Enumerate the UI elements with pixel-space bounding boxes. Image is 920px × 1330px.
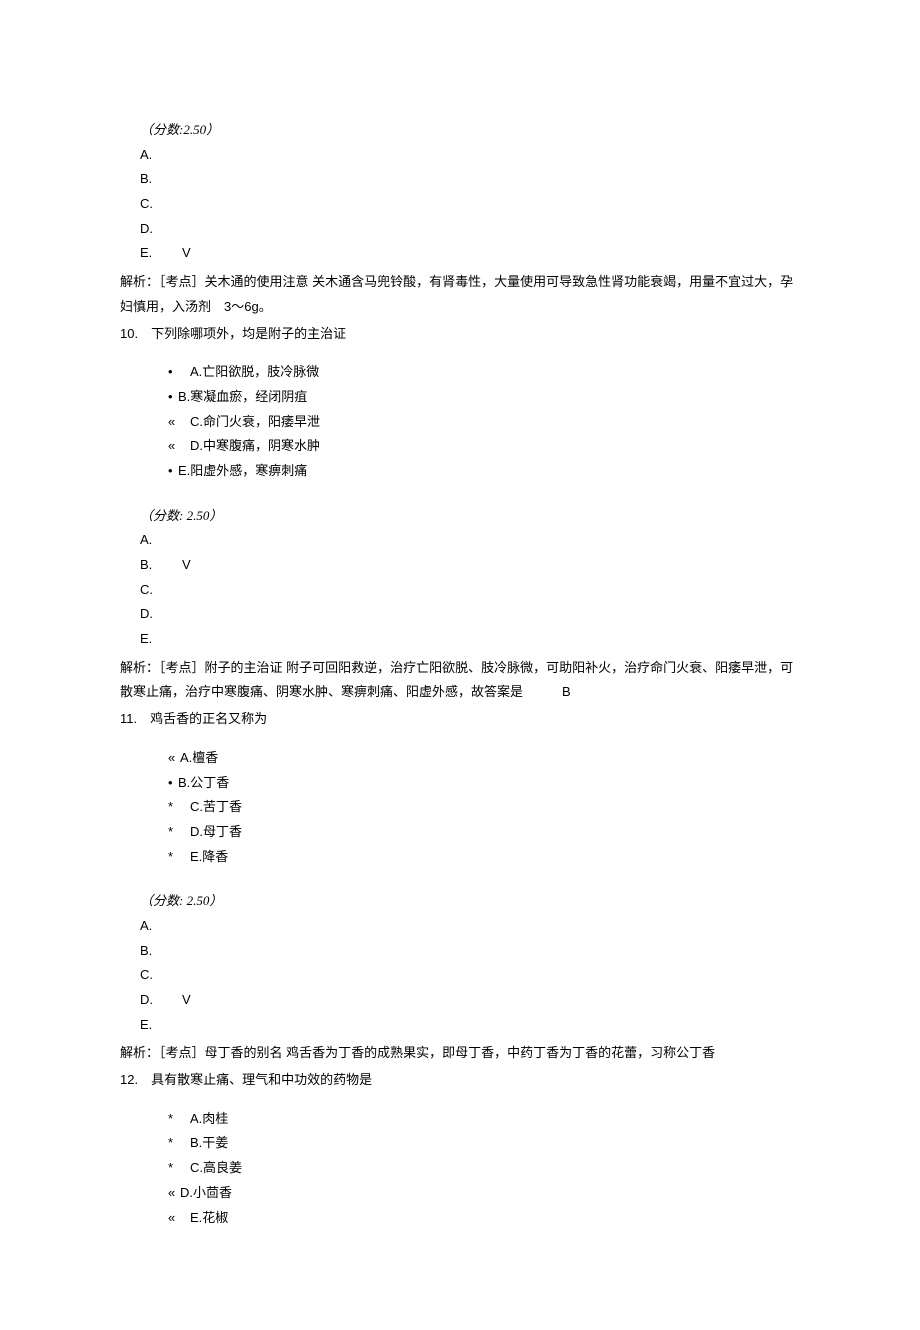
q10-opt-d: «D.中寒腹痛，阴寒水肿: [168, 434, 800, 459]
q9-ans-c: C.: [140, 192, 800, 217]
q10-ans-b: B.V: [140, 553, 800, 578]
q12-options: *A.肉桂 *B.干姜 *C.高良姜 «D.小茴香 «E.花椒: [168, 1107, 800, 1230]
q9-score: （分数:2.50）: [140, 118, 800, 143]
q10-opt-b: •B.寒凝血瘀，经闭阴疽: [168, 385, 800, 410]
q12-opt-a: *A.肉桂: [168, 1107, 800, 1132]
check-icon: V: [182, 245, 191, 260]
q11-answers: A. B. C. D.V E.: [140, 914, 800, 1037]
q11-opt-a: «A.檀香: [168, 746, 800, 771]
q9-ans-d: D.: [140, 217, 800, 242]
q10-opt-e: •E.阳虚外感，寒痹刺痛: [168, 459, 800, 484]
q10-ans-e: E.: [140, 627, 800, 652]
q10-answers: A. B.V C. D. E.: [140, 528, 800, 651]
q11-opt-b: •B.公丁香: [168, 771, 800, 796]
q11-header: 11. 鸡舌香的正名又称为: [120, 707, 800, 732]
q11-score: （分数: 2.50）: [140, 889, 800, 914]
q10-opt-c: «C.命门火衰，阳痿早泄: [168, 410, 800, 435]
check-icon: V: [182, 557, 191, 572]
q10-ans-d: D.: [140, 602, 800, 627]
q12-header: 12. 具有散寒止痛、理气和中功效的药物是: [120, 1068, 800, 1093]
q12-opt-d: «D.小茴香: [168, 1181, 800, 1206]
q12-opt-b: *B.干姜: [168, 1131, 800, 1156]
q11-ans-c: C.: [140, 963, 800, 988]
q11-opt-c: *C.苦丁香: [168, 795, 800, 820]
q10-ans-a: A.: [140, 528, 800, 553]
q11-ans-a: A.: [140, 914, 800, 939]
q9-ans-a: A.: [140, 143, 800, 168]
q10-options: •A.亡阳欲脱，肢冷脉微 •B.寒凝血瘀，经闭阴疽 «C.命门火衰，阳痿早泄 «…: [168, 360, 800, 483]
q11-opt-e: *E.降香: [168, 845, 800, 870]
q11-opt-d: *D.母丁香: [168, 820, 800, 845]
q11-options: «A.檀香 •B.公丁香 *C.苦丁香 *D.母丁香 *E.降香: [168, 746, 800, 869]
q11-ans-d: D.V: [140, 988, 800, 1013]
q10-opt-a: •A.亡阳欲脱，肢冷脉微: [168, 360, 800, 385]
q9-answers: A. B. C. D. E.V: [140, 143, 800, 266]
q9-explanation: 解析：［考点］关木通的使用注意 关木通含马兜铃酸，有肾毒性，大量使用可导致急性肾…: [120, 270, 800, 319]
q11-explanation: 解析：［考点］母丁香的别名 鸡舌香为丁香的成熟果实，即母丁香，中药丁香为丁香的花…: [120, 1041, 800, 1066]
q9-ans-e: E.V: [140, 241, 800, 266]
q11-ans-b: B.: [140, 939, 800, 964]
check-icon: V: [182, 992, 191, 1007]
q12-opt-e: «E.花椒: [168, 1206, 800, 1231]
q10-explanation: 解析：［考点］附子的主治证 附子可回阳救逆，治疗亡阳欲脱、肢冷脉微，可助阳补火，…: [120, 656, 800, 705]
q10-header: 10. 下列除哪项外，均是附子的主治证: [120, 322, 800, 347]
q11-ans-e: E.: [140, 1013, 800, 1038]
q9-ans-b: B.: [140, 167, 800, 192]
q10-score: （分数: 2.50）: [140, 504, 800, 529]
q12-opt-c: *C.高良姜: [168, 1156, 800, 1181]
q10-ans-c: C.: [140, 578, 800, 603]
